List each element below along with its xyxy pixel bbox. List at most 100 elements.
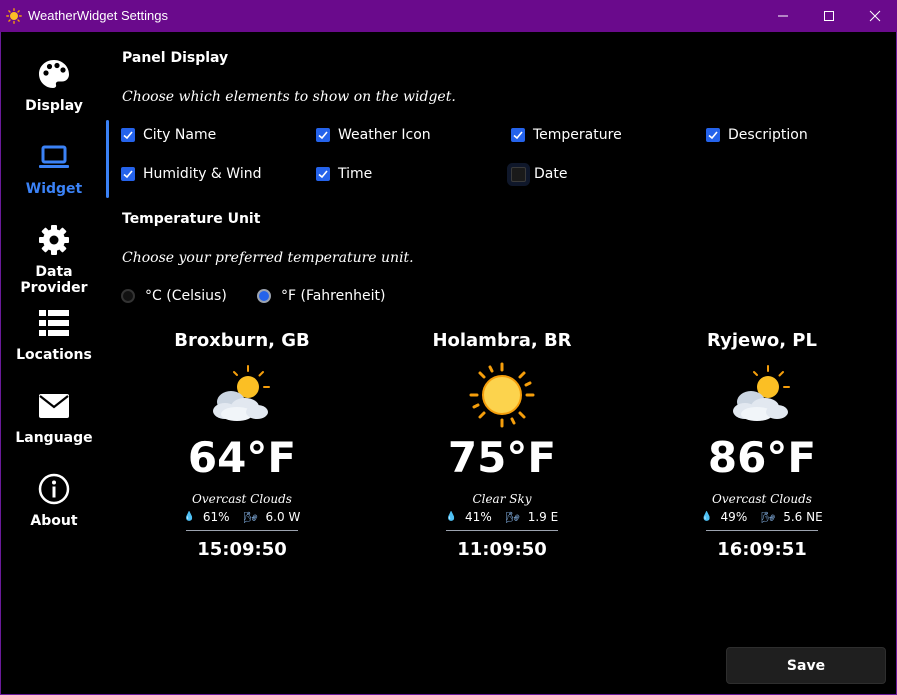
radio-fahrenheit[interactable]: °F (Fahrenheit) (257, 288, 385, 304)
humidity-value: 61% (202, 510, 230, 524)
checkbox-checked[interactable] (511, 128, 525, 142)
divider (446, 530, 558, 531)
checkbox-label: Weather Icon (338, 127, 431, 143)
radio-selected[interactable] (257, 289, 271, 303)
checkbox-checked[interactable] (121, 167, 135, 181)
droplet-icon: 💧 (445, 512, 458, 522)
checkbox-temperature[interactable]: Temperature (511, 127, 622, 143)
divider (706, 530, 818, 531)
checkbox-label: Description (728, 127, 808, 143)
sidebar-item-locations[interactable]: Locations (0, 291, 108, 371)
window-title: WeatherWidget Settings (28, 8, 168, 23)
check-icon (123, 170, 133, 179)
wind-value: 1.9 E (527, 510, 559, 524)
sidebar-item-display[interactable]: Display (0, 42, 108, 122)
minimize-button[interactable] (760, 0, 806, 32)
minimize-icon (778, 15, 788, 17)
panel-display-title: Panel Display (122, 50, 229, 66)
checkbox-checked[interactable] (316, 128, 330, 142)
envelope-icon (39, 394, 69, 418)
weather-stats: 💧 41% 🌬 1.9 E (412, 510, 592, 524)
close-button[interactable] (852, 0, 897, 32)
check-icon (123, 131, 133, 140)
radio-label: °C (Celsius) (145, 288, 227, 304)
list-icon (39, 310, 69, 336)
checkbox-humidity-wind[interactable]: Humidity & Wind (121, 166, 261, 182)
weather-stats: 💧 49% 🌬 5.6 NE (672, 510, 852, 524)
checkbox-label: Temperature (533, 127, 622, 143)
checkbox-checked[interactable] (121, 128, 135, 142)
checkbox-label: Humidity & Wind (143, 166, 262, 182)
cloud-sun-icon (213, 365, 270, 421)
weather-stats: 💧 61% 🌬 6.0 W (152, 510, 332, 524)
checkbox-label: City Name (143, 127, 217, 143)
city-name: Ryjewo, PL (707, 330, 817, 351)
checkbox-label: Time (338, 166, 373, 182)
weather-description: Overcast Clouds (192, 492, 292, 506)
sidebar-item-widget[interactable]: Widget (0, 125, 108, 205)
palette-icon (39, 60, 69, 88)
divider (186, 530, 298, 531)
droplet-icon: 💧 (701, 512, 713, 522)
weather-preview-card: Ryjewo, PL 86°F Overcast Clouds 💧 49% 🌬 … (672, 330, 852, 560)
info-icon (38, 473, 70, 505)
weather-description: Overcast Clouds (712, 492, 812, 506)
city-name: Holambra, BR (432, 330, 572, 351)
checkbox-description[interactable]: Description (706, 127, 808, 143)
sidebar: Display Widget Data Provider Locations L… (0, 32, 108, 695)
checkbox-weather-icon[interactable]: Weather Icon (316, 127, 431, 143)
city-name: Broxburn, GB (174, 330, 310, 351)
local-time: 11:09:50 (457, 539, 547, 560)
checkbox-date[interactable]: Date (511, 166, 567, 182)
check-icon (513, 131, 523, 140)
laptop-icon (39, 145, 69, 168)
sidebar-item-label: Locations (16, 347, 92, 363)
save-button[interactable]: Save (726, 647, 886, 684)
humidity-value: 49% (720, 510, 748, 524)
checkbox-unchecked[interactable] (511, 166, 526, 182)
droplet-icon: 💧 (183, 512, 195, 522)
sidebar-item-label: Language (15, 430, 93, 446)
wind-icon: 🌬 (243, 510, 258, 524)
checkbox-city-name[interactable]: City Name (121, 127, 216, 143)
maximize-icon (824, 11, 834, 21)
active-indicator (106, 120, 109, 198)
local-time: 15:09:50 (197, 539, 287, 560)
wind-icon: 🌬 (761, 510, 776, 524)
panel-display-description: Choose which elements to show on the wid… (122, 89, 456, 105)
check-icon (318, 131, 328, 140)
temperature-unit-title: Temperature Unit (122, 211, 261, 227)
title-bar: WeatherWidget Settings (0, 0, 897, 32)
sidebar-item-label: About (30, 513, 78, 529)
temperature: 64°F (187, 433, 297, 482)
checkbox-label: Date (534, 166, 568, 182)
cloud-sun-icon (733, 365, 790, 421)
sidebar-item-about[interactable]: About (0, 457, 108, 537)
checkbox-time[interactable]: Time (316, 166, 372, 182)
sun-icon (469, 362, 535, 428)
weather-preview-card: Broxburn, GB 64°F Overcast Clouds 💧 61% … (152, 330, 332, 560)
temperature-unit-description: Choose your preferred temperature unit. (122, 250, 414, 266)
checkbox-checked[interactable] (706, 128, 720, 142)
temperature: 75°F (447, 433, 557, 482)
check-icon (708, 131, 718, 140)
sidebar-item-data-provider[interactable]: Data Provider (0, 208, 108, 296)
check-icon (318, 170, 328, 179)
wind-value: 6.0 W (265, 510, 301, 524)
wind-value: 5.6 NE (783, 510, 823, 524)
radio-unselected[interactable] (121, 289, 135, 303)
local-time: 16:09:51 (717, 539, 807, 560)
maximize-button[interactable] (806, 0, 852, 32)
radio-celsius[interactable]: °C (Celsius) (121, 288, 227, 304)
checkbox-checked[interactable] (316, 167, 330, 181)
close-icon (869, 10, 881, 22)
sidebar-item-language[interactable]: Language (0, 374, 108, 454)
weather-description: Clear Sky (472, 492, 532, 506)
sidebar-item-label: Display (25, 98, 83, 114)
sidebar-item-label: Widget (25, 181, 83, 197)
wind-icon: 🌬 (505, 510, 520, 524)
gear-icon (39, 225, 69, 255)
weather-preview-card: Holambra, BR 75°F Clear Sky 💧 41% 🌬 1.9 … (412, 330, 592, 560)
humidity-value: 41% (465, 510, 492, 524)
radio-label: °F (Fahrenheit) (281, 288, 386, 304)
